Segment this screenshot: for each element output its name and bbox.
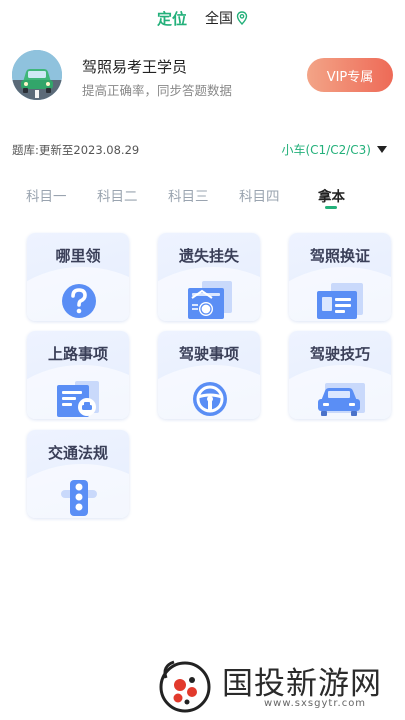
avatar[interactable] [12, 50, 62, 100]
service-card-driving-skills[interactable]: 驾驶技巧 [289, 331, 391, 419]
tab-get-license[interactable]: 拿本 [318, 185, 345, 205]
question-bank-update: 题库:更新至2023.08.29 [12, 143, 140, 157]
service-card-driving-matters[interactable]: 驾驶事项 [158, 331, 260, 419]
watermark-title: 国投新游网 [222, 666, 382, 702]
card-label: 交通法规 [47, 444, 108, 462]
service-card-traffic-rules[interactable]: 交通法规 [27, 430, 129, 518]
tab-subject-3[interactable]: 科目三 [168, 185, 209, 205]
license-card-icon [317, 283, 363, 319]
traffic-light-icon [61, 480, 97, 516]
location-pin-icon [236, 11, 248, 25]
service-card-road-matters[interactable]: 上路事项 [27, 331, 129, 419]
tab-subject-2[interactable]: 科目二 [97, 185, 138, 205]
car-type-label: 小车(C1/C2/C3) [281, 143, 372, 157]
avatar-car-icon [12, 50, 62, 100]
card-label: 上路事项 [47, 345, 108, 363]
vip-button[interactable]: VIP专属 [307, 58, 393, 92]
watermark-logo-icon [159, 660, 211, 713]
subject-tabs: 科目一 科目二 科目三 科目四 拿本 [26, 185, 386, 211]
region-label: 全国 [205, 11, 233, 27]
card-label: 驾照换证 [309, 247, 370, 265]
tab-subject-4[interactable]: 科目四 [239, 185, 280, 205]
service-card-lost-report[interactable]: 遗失挂失 [158, 233, 260, 321]
user-description: 提高正确率，同步答题数据 [82, 83, 233, 98]
location-tab[interactable]: 定位 [157, 8, 187, 29]
steering-wheel-icon [193, 382, 227, 416]
car-icon [318, 383, 365, 416]
service-card-license-renewal[interactable]: 驾照换证 [289, 233, 391, 321]
question-icon [62, 284, 96, 318]
region-selector[interactable]: 全国 [205, 8, 248, 28]
card-label: 驾驶事项 [178, 345, 239, 363]
site-watermark: 国投新游网 www.sxsgytr.com [156, 654, 396, 716]
road-document-icon [57, 381, 99, 417]
car-type-selector[interactable]: 小车(C1/C2/C3) [281, 141, 387, 158]
user-name: 驾照易考王学员 [82, 58, 188, 76]
top-bar: 定位 全国 [0, 0, 405, 36]
lost-report-icon [188, 281, 232, 319]
watermark-url: www.sxsgytr.com [264, 698, 367, 709]
card-label: 遗失挂失 [178, 247, 239, 265]
active-tab-indicator [325, 206, 337, 209]
card-label: 驾驶技巧 [309, 345, 370, 363]
card-label: 哪里领 [55, 247, 101, 265]
caret-down-icon [377, 146, 387, 153]
tab-subject-1[interactable]: 科目一 [26, 185, 67, 205]
profile-header: 驾照易考王学员 提高正确率，同步答题数据 VIP专属 [0, 44, 405, 108]
service-card-where-to-collect[interactable]: 哪里领 [27, 233, 129, 321]
